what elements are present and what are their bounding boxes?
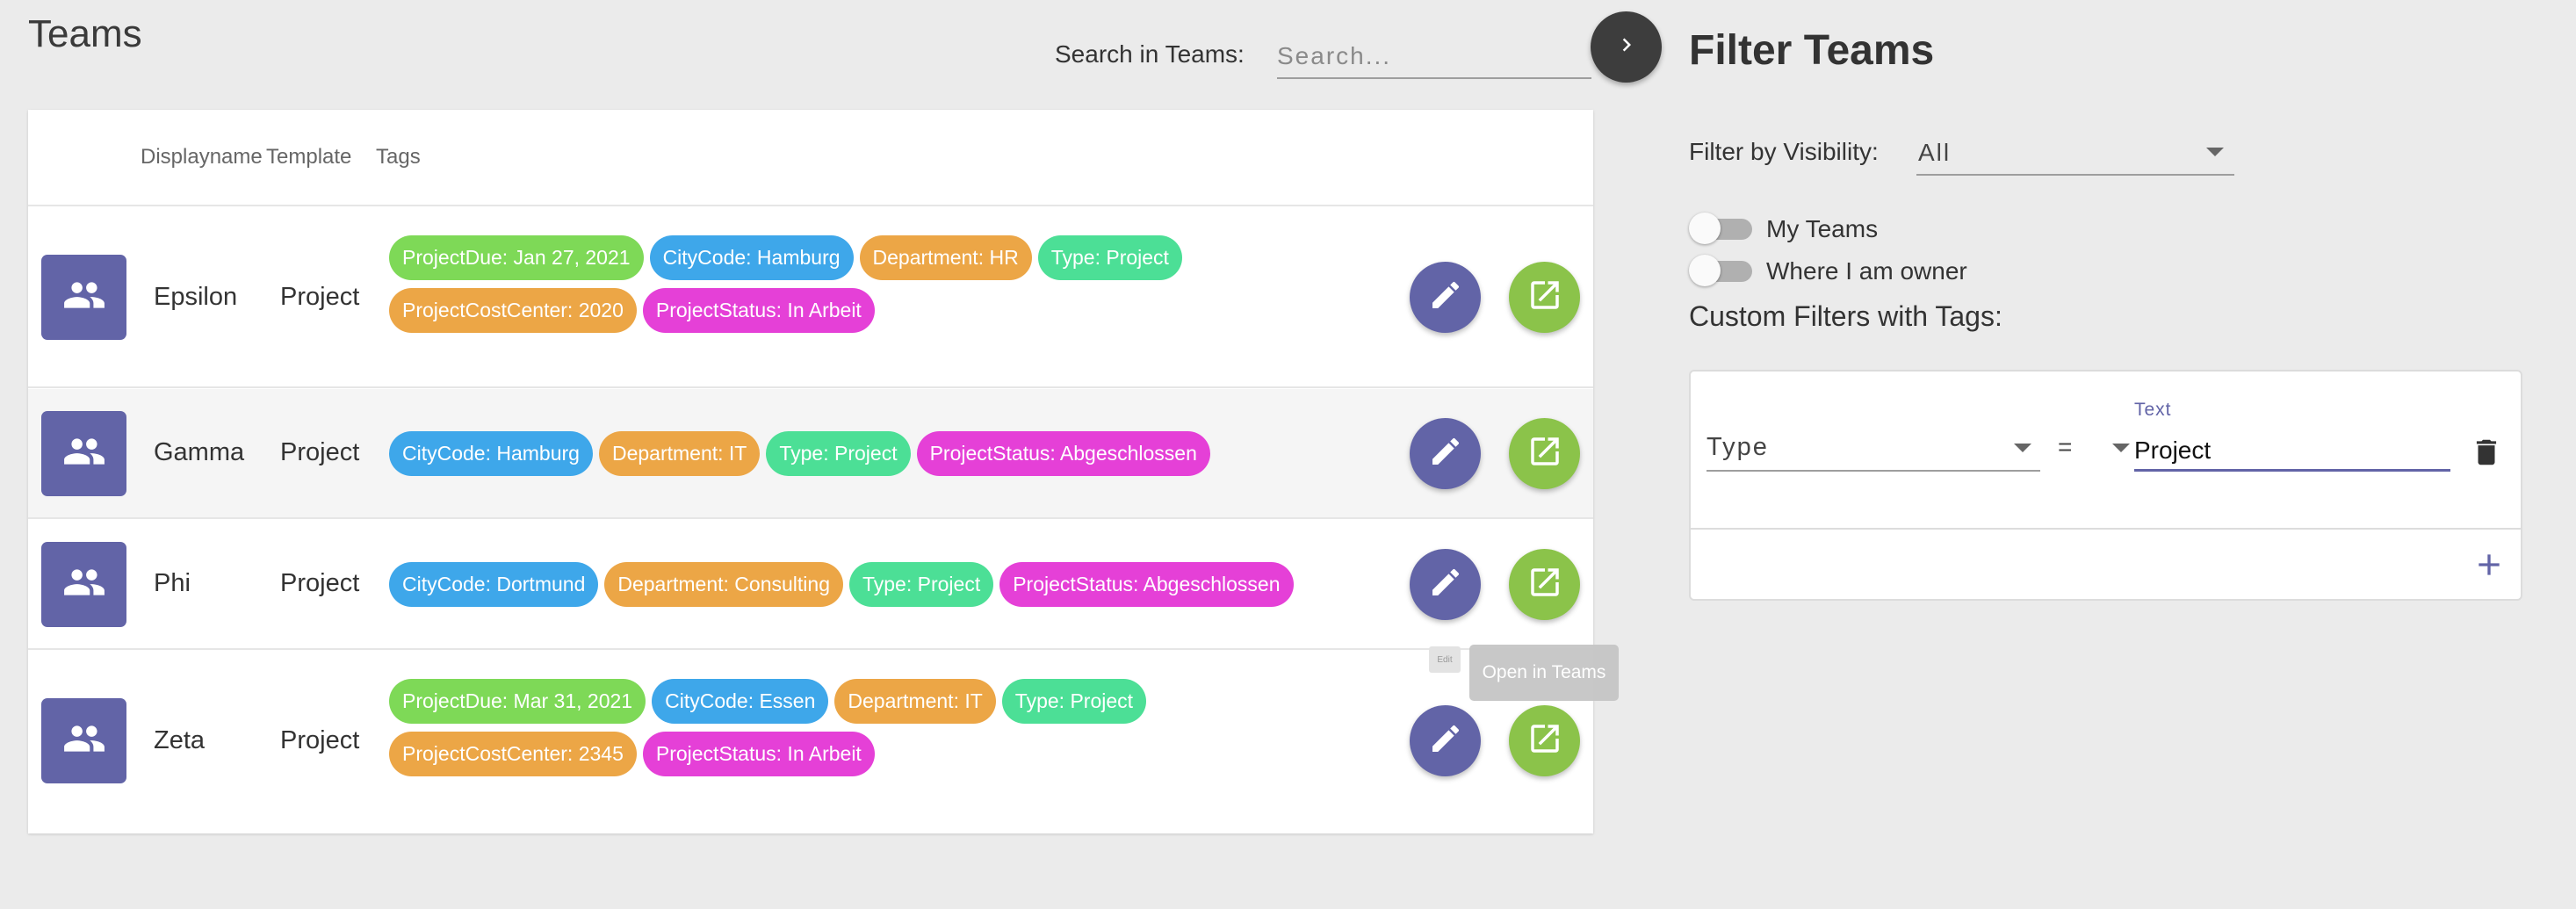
page-title: Teams [28,12,142,55]
open-in-teams-tooltip: Open in Teams [1469,645,1619,701]
filter-operator-select[interactable]: = [2051,426,2130,472]
tag: Type: Project [1037,235,1182,280]
search-input[interactable] [1277,35,1591,79]
custom-filter-card: Type = Text [1689,370,2522,601]
team-template: Project [280,283,360,311]
pencil-icon [1428,434,1463,473]
open-in-teams-button[interactable] [1509,705,1580,776]
my-teams-label: My Teams [1766,215,1879,242]
avatar [41,698,126,783]
people-icon [62,560,106,609]
filter-text-label: Text [2134,400,2172,420]
open-in-teams-button[interactable] [1509,418,1580,489]
pencil-icon [1428,565,1463,604]
tag: ProjectCostCenter: 2345 [389,732,637,776]
pencil-icon [1428,721,1463,761]
tag: ProjectDue: Mar 31, 2021 [389,679,646,724]
tag: Department: IT [598,431,761,476]
edit-button[interactable] [1410,418,1481,489]
filter-divider [1691,528,2521,530]
open-external-icon [1526,564,1563,605]
owner-label: Where I am owner [1766,257,1967,285]
team-name[interactable]: Phi [154,569,191,598]
open-in-teams-button[interactable] [1509,262,1580,333]
tag: CityCode: Essen [652,679,829,724]
visibility-select[interactable]: All [1916,130,2234,176]
edit-tooltip: Edit [1429,646,1461,673]
chevron-down-icon [2014,444,2031,452]
tag: ProjectStatus: In Arbeit [642,288,875,333]
tag: Department: Consulting [604,562,843,607]
tag-list: CityCode: Dortmund Department: Consultin… [389,562,1399,607]
tag: ProjectStatus: Abgeschlossen [999,562,1294,607]
filter-operator-value: = [2058,433,2073,460]
my-teams-toggle[interactable] [1689,213,1754,244]
filter-key-select[interactable]: Type [1707,426,2040,472]
edit-button[interactable] [1410,705,1481,776]
people-icon [62,429,106,478]
avatar [41,542,126,627]
edit-button[interactable] [1410,262,1481,333]
team-template: Project [280,726,360,754]
tag: ProjectStatus: In Arbeit [642,732,875,776]
tag-list: CityCode: Hamburg Department: IT Type: P… [389,431,1399,476]
column-header-displayname[interactable]: Displayname [141,145,263,170]
tag: Type: Project [1001,679,1147,724]
open-external-icon [1526,277,1563,318]
open-external-icon [1526,720,1563,761]
people-icon [62,273,106,321]
teams-table: Displayname Template Tags Epsilon Projec… [28,110,1593,833]
chevron-right-icon [1613,32,1640,62]
filter-title: Filter Teams [1689,27,1935,74]
visibility-label: Filter by Visibility: [1689,138,1879,165]
team-template: Project [280,569,360,597]
search-label: Search in Teams: [1055,40,1245,68]
plus-icon[interactable] [2471,547,2507,587]
table-row[interactable]: Gamma Project CityCode: Hamburg Departme… [28,389,1593,519]
filter-text-field[interactable] [2134,426,2450,472]
team-name[interactable]: Gamma [154,438,244,467]
visibility-value: All [1918,139,1952,166]
collapse-filter-button[interactable] [1591,11,1662,83]
tag: Type: Project [766,431,911,476]
column-header-template[interactable]: Template [266,145,351,170]
tag: CityCode: Dortmund [389,562,599,607]
table-row[interactable]: Epsilon Project ProjectDue: Jan 27, 2021… [28,207,1593,388]
pencil-icon [1428,278,1463,317]
team-name[interactable]: Zeta [154,726,205,755]
table-row[interactable]: Zeta Project ProjectDue: Mar 31, 2021 Ci… [28,651,1593,832]
open-in-teams-button[interactable] [1509,549,1580,620]
table-header: Displayname Template Tags [28,110,1593,206]
owner-toggle[interactable] [1689,255,1754,286]
chevron-down-icon [2112,444,2130,452]
tag: CityCode: Hamburg [389,431,593,476]
tag: Department: HR [859,235,1032,280]
tag: ProjectStatus: Abgeschlossen [916,431,1210,476]
table-row[interactable]: Phi Project CityCode: Dortmund Departmen… [28,520,1593,650]
edit-button[interactable] [1410,549,1481,620]
tag: ProjectCostCenter: 2020 [389,288,637,333]
custom-filters-label: Custom Filters with Tags: [1689,300,2002,332]
chevron-down-icon [2206,148,2224,156]
team-name[interactable]: Epsilon [154,283,237,312]
tag: Type: Project [848,562,994,607]
filter-key-value: Type [1707,433,1769,461]
tag-list: ProjectDue: Jan 27, 2021 CityCode: Hambu… [389,235,1399,333]
column-header-tags: Tags [376,145,421,169]
team-template: Project [280,438,360,466]
people-icon [62,717,106,765]
trash-icon[interactable] [2470,435,2503,474]
open-external-icon [1526,433,1563,474]
tag-list: ProjectDue: Mar 31, 2021 CityCode: Essen… [389,679,1399,776]
avatar [41,255,126,340]
avatar [41,411,126,496]
tag: ProjectDue: Jan 27, 2021 [389,235,644,280]
tag: CityCode: Hamburg [649,235,854,280]
tag: Department: IT [834,679,996,724]
